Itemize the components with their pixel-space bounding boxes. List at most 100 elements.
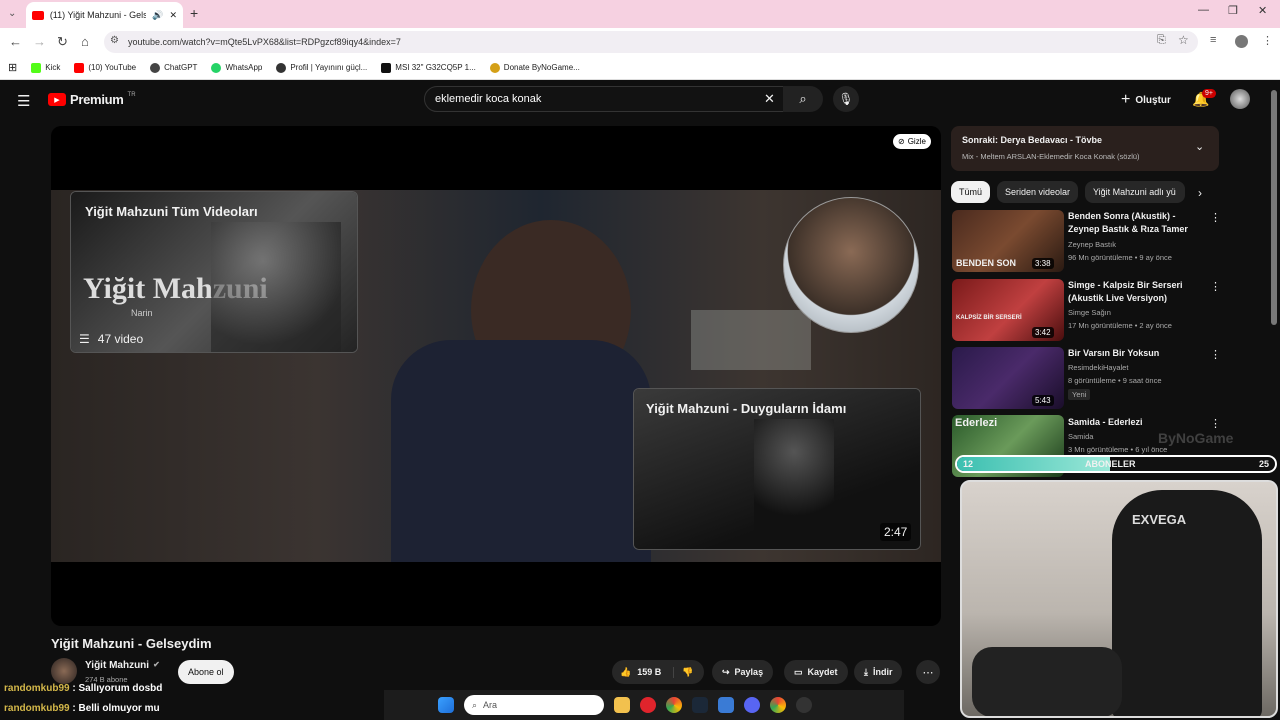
endscreen-channel-avatar[interactable] [783,197,919,333]
bookmark-kick[interactable]: Kick [31,62,60,73]
save-label: Kaydet [807,667,838,677]
video-title: Yiğit Mahzuni - Gelseydim [51,636,212,651]
chevron-down-icon[interactable]: ⌄ [1195,140,1204,153]
chat-message-2: randomkub99 : Belli olmuyor mu [4,703,160,714]
file-explorer-icon[interactable] [614,697,630,713]
hide-cards-button[interactable]: ⊘ Gizle [893,134,931,149]
media-control-icon[interactable]: ≡ [1210,34,1216,46]
more-actions-button[interactable]: ⋯ [916,660,940,684]
bookmark-youtube[interactable]: (10) YouTube [74,62,136,73]
search-button[interactable]: ⌕ [783,86,823,112]
endscreen-playlist-card[interactable]: Yiğit Mahzuni Tüm Videoları Yiğit Mahzun… [70,191,358,353]
create-button[interactable]: + Oluştur [1121,91,1171,109]
rec-menu-icon-1[interactable]: ⋮ [1210,211,1221,224]
network-icon[interactable] [718,697,734,713]
guitarist-figure [211,222,341,352]
rec-title-4[interactable]: Samida - Ederlezi [1068,416,1196,429]
account-avatar[interactable] [1230,89,1250,109]
rec-channel-2[interactable]: Simge Sağın [1068,306,1111,319]
browser-tab[interactable]: (11) Yiğit Mahzuni - Gelsey 🔊 ✕ [26,2,183,28]
browser-menu-icon[interactable]: ⋮ [1262,34,1273,47]
rec-menu-icon-4[interactable]: ⋮ [1210,417,1221,430]
rec-title-2[interactable]: Simge - Kalpsiz Bir Serseri (Akustik Liv… [1068,279,1196,305]
bookmark-chatgpt[interactable]: ChatGPT [150,62,197,73]
profile-avatar[interactable] [1235,35,1248,48]
rec-thumbnail-1[interactable]: BENDEN SON 3:38 [952,210,1064,272]
up-next-mix-panel[interactable]: Sonraki: Derya Bedavacı - Tövbe Mix - Me… [951,126,1219,171]
forward-icon[interactable]: → [33,34,46,49]
channel-name-row[interactable]: Yiğit Mahzuni ✔ [85,660,160,671]
clear-search-icon[interactable]: ✕ [764,91,775,107]
apps-grid-icon[interactable]: ⊞ [8,61,17,74]
search-icon: ⌕ [472,699,478,710]
chrome-icon[interactable] [666,697,682,713]
discord-icon[interactable] [744,697,760,713]
close-window-button[interactable]: ✕ [1258,4,1267,17]
singer-shirt [391,340,651,562]
mix-label: Mix - Meltem ARSLAN-Eklemedir Koca Konak… [962,152,1140,161]
channel-avatar[interactable] [51,658,77,684]
notification-count-badge: 9+ [1202,89,1216,98]
bookmark-msi[interactable]: MSI 32" G32CQ5P 1... [381,62,476,73]
rec-menu-icon-2[interactable]: ⋮ [1210,280,1221,293]
new-tab-button[interactable]: + [190,5,198,21]
share-button[interactable]: ↪ Paylaş [712,660,774,684]
rec-duration-3: 5:43 [1032,395,1054,406]
eye-off-icon: ⊘ [898,137,905,146]
chat-message-1: randomkub99 : Sallıyorum dosbd [4,683,163,694]
chip-channel[interactable]: Yiğit Mahzuni adlı yü [1085,181,1185,203]
rec-channel-3[interactable]: ResimdekiHayalet [1068,361,1128,374]
site-info-icon[interactable]: ⚙ [110,35,119,46]
rec-thumbnail-2[interactable]: KALPSİZ BİR SERSERİ 3:42 [952,279,1064,341]
chat-text-2: Belli olmuyor mu [78,703,160,714]
rec-channel-4[interactable]: Samida [1068,430,1093,443]
chevron-right-icon[interactable]: › [1198,186,1202,200]
url-field[interactable]: youtube.com/watch?v=mQte5LvPX68&list=RDP… [104,31,1198,53]
bookmark-donate[interactable]: Donate ByNoGame... [489,62,580,73]
opera-icon[interactable] [640,697,656,713]
steam-icon[interactable] [692,697,708,713]
audio-icon[interactable]: 🔊 [152,10,163,21]
thumbs-down-icon: 👎 [682,666,694,677]
youtube-logo[interactable]: ▶ Premium TR [48,92,136,107]
save-button[interactable]: ▭ Kaydet [784,660,848,684]
chrome-canary-icon[interactable] [770,697,786,713]
dislike-button[interactable]: 👎 [674,667,693,678]
rec-thumbnail-3[interactable]: 5:43 [952,347,1064,409]
reload-icon[interactable]: ↻ [57,34,68,50]
windows-start-icon[interactable] [438,697,454,713]
back-icon[interactable]: ← [9,34,22,49]
close-tab-icon[interactable]: ✕ [169,10,177,21]
rec-thumb-text-2: KALPSİZ BİR SERSERİ [956,315,1022,321]
plus-icon: + [1121,91,1131,108]
tab-search-icon[interactable]: ⌄ [8,8,16,19]
install-icon[interactable]: ⎘ [1157,34,1166,47]
background-window [691,310,811,370]
download-button[interactable]: ⤓ İndir [854,660,903,684]
chip-all[interactable]: Tümü [951,181,991,203]
taskbar-search[interactable]: ⌕ Ara [464,695,604,715]
rec-title-3[interactable]: Bir Varsın Bir Yoksun [1068,347,1196,360]
minimize-button[interactable]: — [1198,4,1209,16]
search-input[interactable]: eklemedir koca konak [424,86,784,112]
like-dislike-group: 👍 159 B 👎 [612,660,704,684]
bookmark-whatsapp[interactable]: WhatsApp [211,62,262,73]
hamburger-menu-icon[interactable]: ☰ [17,92,30,110]
voice-search-button[interactable]: 🎙 [833,86,859,112]
home-icon[interactable]: ⌂ [81,34,89,49]
chip-series[interactable]: Seriden videolar [997,181,1079,203]
obs-icon[interactable] [796,697,812,713]
rec-thumb-text-1: BENDEN SON [956,258,1017,268]
subscribe-button[interactable]: Abone ol [178,660,234,684]
page-scrollbar[interactable] [1271,90,1277,325]
endscreen-video-card[interactable]: Yiğit Mahzuni - Duyguların İdamı 2:47 [633,388,921,550]
logo-text: Premium [70,92,124,107]
new-badge: Yeni [1068,389,1091,400]
rec-channel-1[interactable]: Zeynep Bastık [1068,238,1116,251]
bookmark-star-icon[interactable]: ☆ [1178,33,1189,47]
maximize-button[interactable]: ❐ [1228,4,1238,17]
rec-title-1[interactable]: Benden Sonra (Akustik) - Zeynep Bastık &… [1068,210,1196,236]
like-button[interactable]: 👍 159 B [612,666,674,678]
bookmark-profile[interactable]: Profil | Yayınını güçl... [276,62,367,73]
rec-menu-icon-3[interactable]: ⋮ [1210,348,1221,361]
